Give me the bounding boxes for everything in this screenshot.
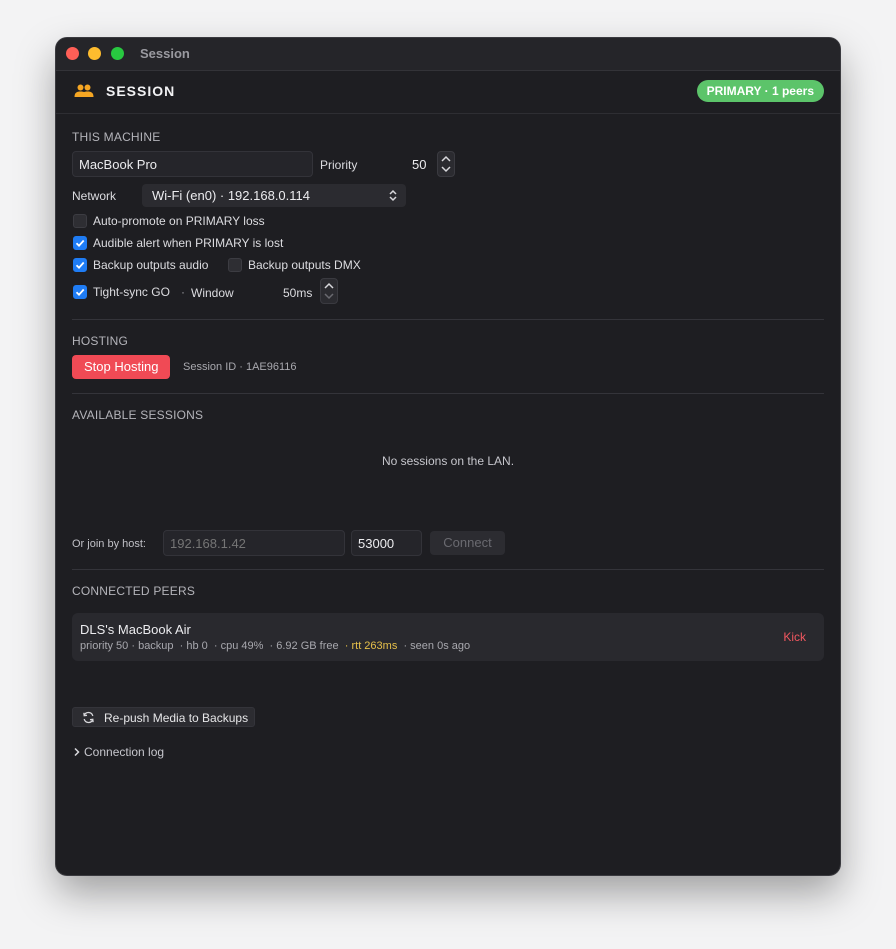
autopromote-checkbox[interactable]: [73, 214, 87, 228]
chevron-updown-icon: [389, 189, 397, 202]
network-label: Network: [72, 189, 117, 203]
title-bar: Session: [56, 38, 840, 71]
peer-name: DLS's MacBook Air: [80, 622, 191, 637]
stepper-arrows-icon: [441, 155, 451, 173]
host-input[interactable]: [163, 530, 345, 556]
close-window-button[interactable]: [66, 47, 79, 60]
join-by-host-label: Or join by host:: [72, 538, 146, 550]
minimize-window-button[interactable]: [88, 47, 101, 60]
peer-rtt: · rtt 263ms: [344, 640, 398, 652]
divider: [72, 393, 824, 394]
checkmark-icon: [75, 261, 85, 270]
tight-sync-checkbox[interactable]: [73, 285, 87, 299]
chevron-right-icon: [74, 747, 80, 757]
role-status-badge: PRIMARY · 1 peers: [696, 80, 824, 102]
backup-audio-checkbox[interactable]: [73, 258, 87, 272]
connected-peers-title: CONNECTED PEERS: [72, 584, 196, 598]
network-select[interactable]: Wi-Fi (en0) · 192.168.0.114: [142, 184, 406, 207]
window-stepper[interactable]: [320, 278, 338, 304]
this-machine-title: THIS MACHINE: [72, 130, 161, 144]
available-sessions-title: AVAILABLE SESSIONS: [72, 408, 204, 422]
session-window: Session SESSION PRIMARY · 1 peers THIS M…: [56, 38, 840, 875]
audible-alert-label: Audible alert when PRIMARY is lost: [93, 236, 284, 250]
peer-meta: priority 50 · backup · hb 0 · cpu 49% · …: [80, 640, 339, 652]
backup-dmx-label: Backup outputs DMX: [248, 258, 361, 272]
window-value: 50ms: [283, 286, 313, 300]
checkmark-icon: [75, 288, 85, 297]
backup-audio-label: Backup outputs audio: [93, 258, 209, 272]
hosting-title: HOSTING: [72, 334, 129, 348]
machine-name-field[interactable]: [72, 151, 313, 177]
kick-peer-button[interactable]: Kick: [783, 630, 806, 644]
people-icon: [74, 84, 94, 97]
session-header: SESSION PRIMARY · 1 peers: [56, 71, 840, 114]
session-id: Session ID · 1AE96116: [183, 361, 297, 373]
priority-value: 50: [412, 157, 427, 172]
repush-media-label: Re-push Media to Backups: [104, 711, 249, 725]
port-input[interactable]: [351, 530, 422, 556]
divider: [72, 319, 824, 320]
connect-button[interactable]: Connect: [430, 531, 505, 555]
network-select-value: Wi-Fi (en0) · 192.168.0.114: [152, 188, 310, 203]
priority-stepper[interactable]: [437, 151, 455, 177]
tight-sync-separator: ·: [181, 285, 185, 299]
stop-hosting-button[interactable]: Stop Hosting: [72, 355, 171, 379]
autopromote-label: Auto-promote on PRIMARY loss: [93, 214, 265, 228]
zoom-window-button[interactable]: [111, 47, 124, 60]
refresh-icon: [83, 711, 94, 724]
divider: [72, 569, 824, 570]
connection-log-label: Connection log: [84, 745, 165, 759]
no-sessions-message: No sessions on the LAN.: [381, 454, 515, 468]
window-title: Session: [140, 46, 190, 61]
priority-label: Priority: [320, 158, 358, 172]
page-title: SESSION: [106, 83, 176, 99]
peer-row: DLS's MacBook Air priority 50 · backup ·…: [72, 613, 824, 661]
repush-media-button[interactable]: Re-push Media to Backups: [72, 707, 255, 727]
peer-stats: priority 50 · backup · hb 0 · cpu 49% · …: [80, 640, 470, 652]
tight-sync-label: Tight-sync GO: [93, 285, 170, 299]
stepper-arrows-icon: [324, 282, 334, 300]
audible-alert-checkbox[interactable]: [73, 236, 87, 250]
window-label: Window: [191, 286, 234, 300]
peer-last-seen: · seen 0s ago: [403, 640, 471, 652]
backup-dmx-checkbox[interactable]: [228, 258, 242, 272]
checkmark-icon: [75, 239, 85, 248]
